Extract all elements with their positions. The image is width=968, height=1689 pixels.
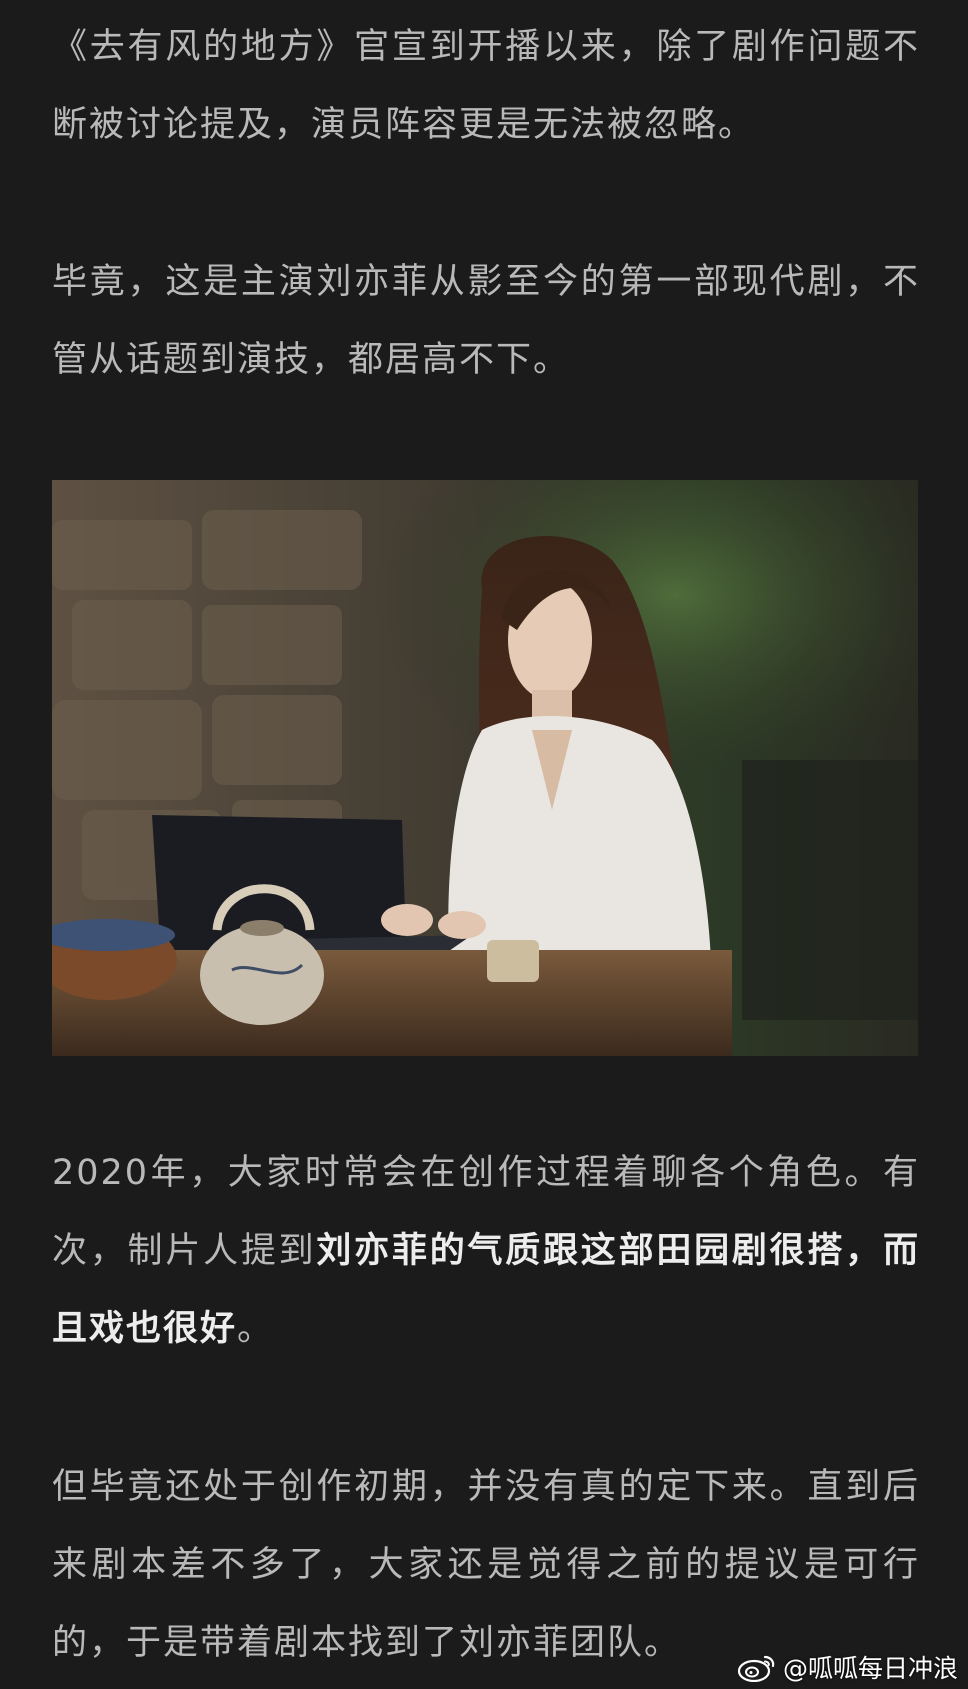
p3-text-end: 。 xyxy=(237,1309,275,1349)
paragraph-intro: 《去有风的地方》官宣到开播以来，除了剧作问题不断被讨论提及，演员阵容更是无法被忽… xyxy=(52,27,920,145)
weibo-icon xyxy=(737,1655,775,1682)
paragraph-producer-mention: 2020年，大家时常会在创作过程着聊各个角色。有次，制片人提到刘亦菲的气质跟这部… xyxy=(52,1134,920,1368)
article-photo xyxy=(52,480,918,1056)
weibo-watermark: @呱呱每日冲浪 xyxy=(737,1649,958,1685)
paragraph-script-team: 但毕竟还处于创作初期，并没有真的定下来。直到后来剧本差不多了，大家还是觉得之前的… xyxy=(52,1467,920,1663)
paragraph-first-modern-drama: 毕竟，这是主演刘亦菲从影至今的第一部现代剧，不管从话题到演技，都居高不下。 xyxy=(52,262,920,380)
watermark-text: @呱呱每日冲浪 xyxy=(782,1654,958,1683)
